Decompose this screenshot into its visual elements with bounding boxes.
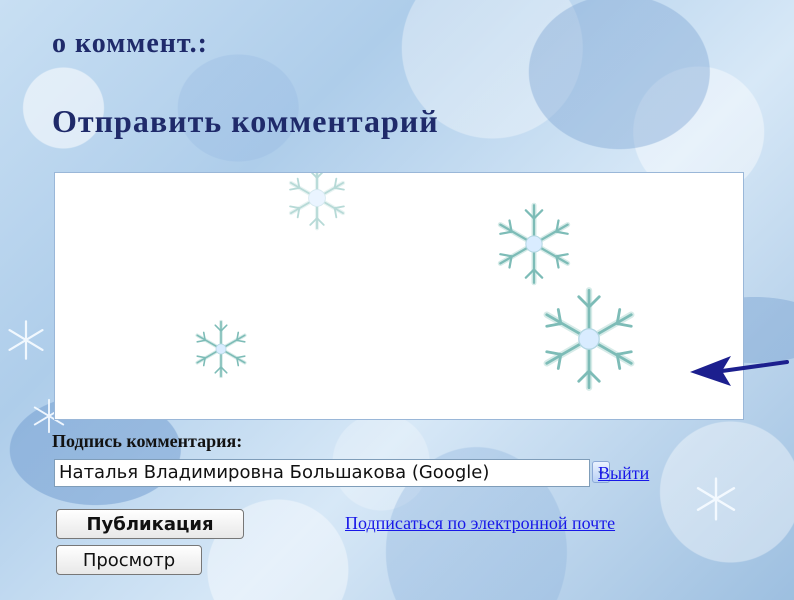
- comment-textarea[interactable]: [54, 172, 744, 420]
- snowflake-icon: [195, 319, 247, 379]
- logout-link[interactable]: Выйти: [598, 463, 649, 484]
- snowflake-icon: [543, 287, 635, 391]
- post-comment-heading: Отправить комментарий: [52, 103, 439, 139]
- snowflake-icon: [288, 173, 346, 231]
- signature-label: Подпись комментария:: [52, 431, 243, 451]
- publish-button[interactable]: Публикация: [56, 509, 244, 539]
- identity-select[interactable]: Наталья Владимировна Большакова (Google): [54, 459, 590, 487]
- preview-button[interactable]: Просмотр: [56, 545, 202, 575]
- arrow-left-icon: [690, 356, 789, 386]
- snowflake-icon: [696, 477, 736, 521]
- comments-heading: о коммент.:: [52, 28, 208, 59]
- subscribe-email-link[interactable]: Подписаться по электронной почте: [345, 513, 615, 534]
- snowflake-icon: [8, 320, 44, 360]
